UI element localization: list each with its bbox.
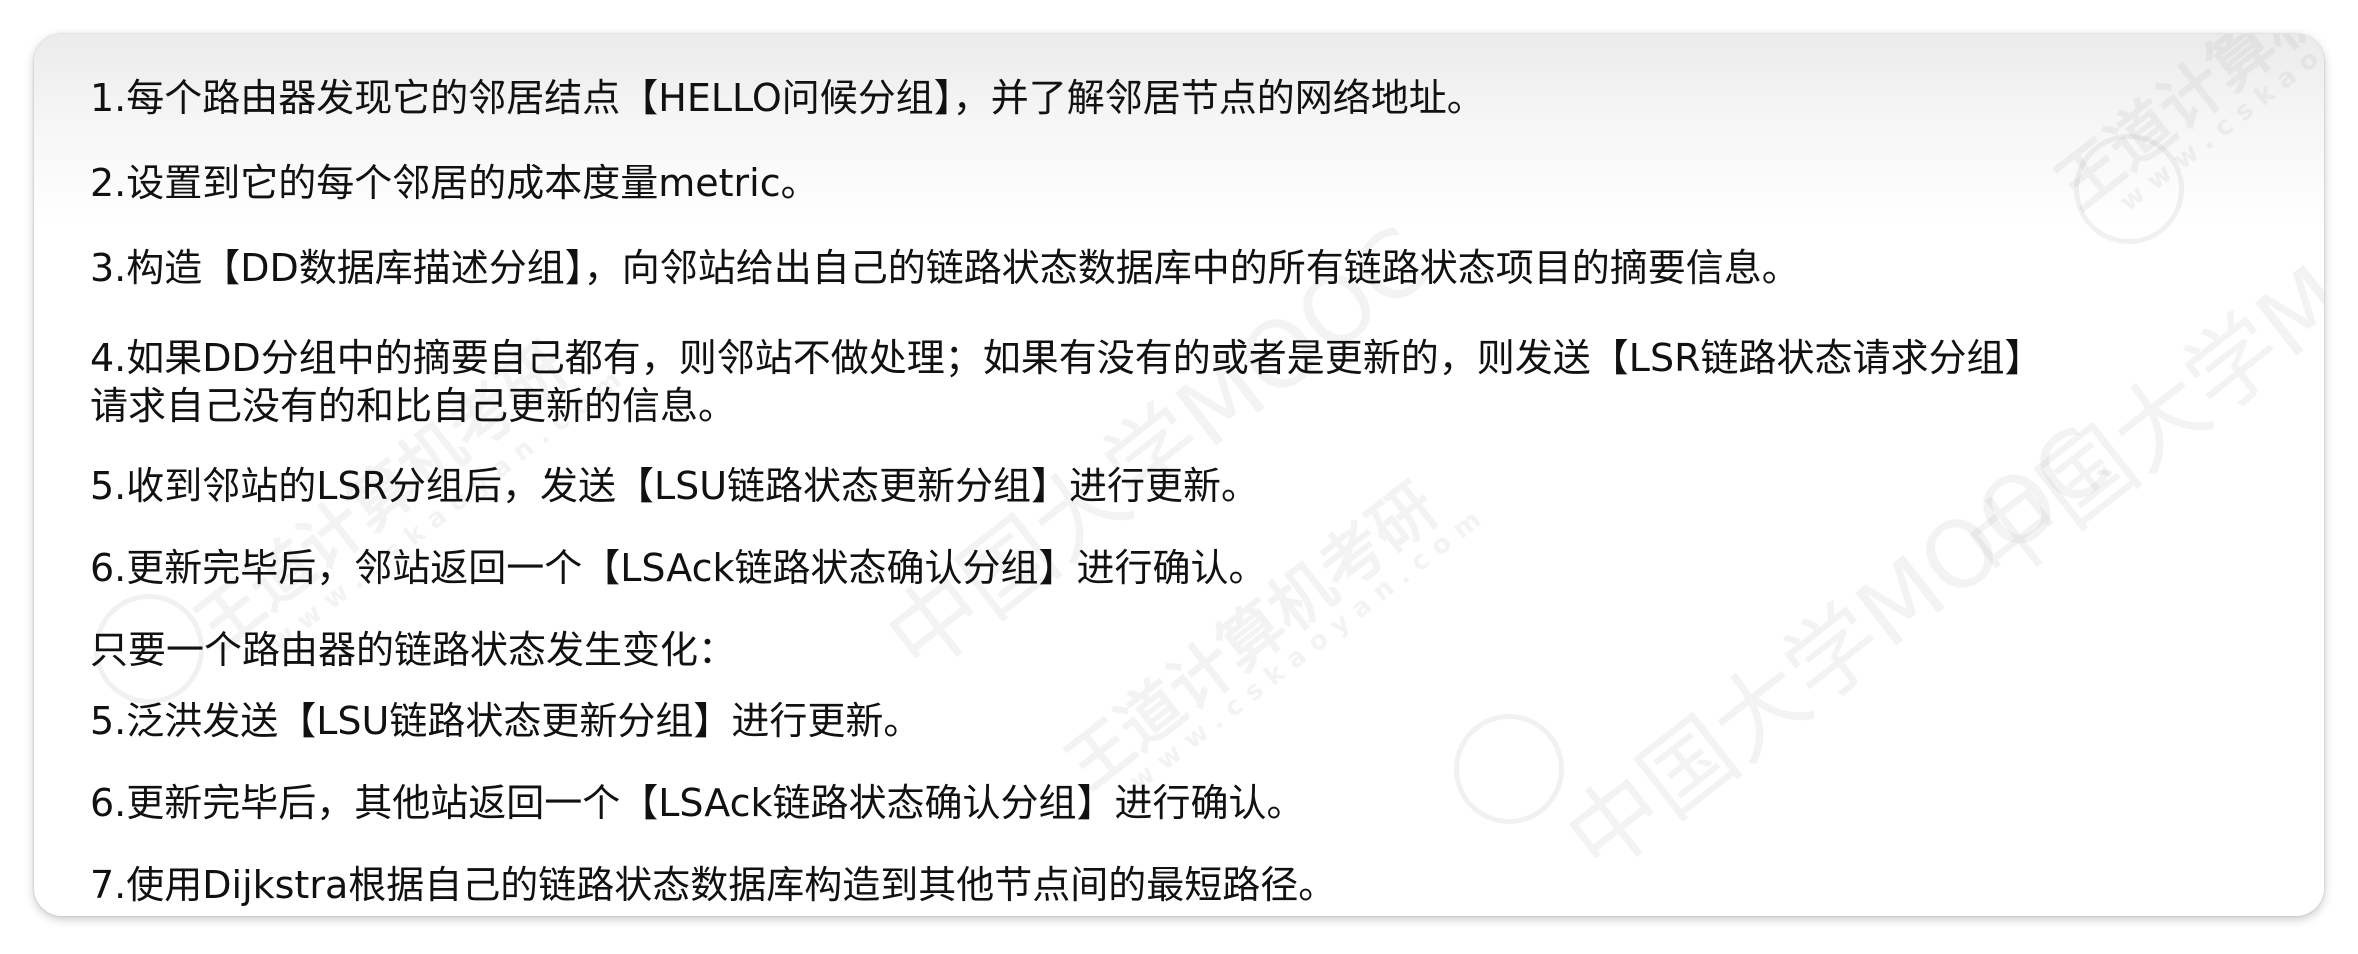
watermark-url: www.cskaoyan.com bbox=[2114, 34, 2324, 218]
step-5-lsu: 5.收到邻站的LSR分组后，发送【LSU链路状态更新分组】进行更新。 bbox=[90, 464, 1260, 508]
watermark-mooc: 中国大学MOOC bbox=[1546, 406, 2131, 895]
step-6-lsack: 6.更新完毕后，邻站返回一个【LSAck链路状态确认分组】进行确认。 bbox=[90, 546, 1267, 590]
watermark-seal-icon bbox=[2074, 134, 2184, 244]
step-1-hello: 1.每个路由器发现它的邻居结点【HELLO问候分组】，并了解邻居节点的网络地址。 bbox=[90, 76, 1485, 120]
step-5-flood-lsu: 5.泛洪发送【LSU链路状态更新分组】进行更新。 bbox=[90, 699, 922, 743]
watermark-brand: 王道计算机考研 bbox=[1053, 470, 1452, 805]
step-2-metric: 2.设置到它的每个邻居的成本度量metric。 bbox=[90, 161, 819, 205]
step-3-dd: 3.构造【DD数据库描述分组】，向邻站给出自己的链路状态数据库中的所有链路状态项… bbox=[90, 246, 1800, 290]
link-state-change-heading: 只要一个路由器的链路状态发生变化： bbox=[90, 628, 737, 672]
step-4-lsr-continued: 请求自己没有的和比自己更新的信息。 bbox=[90, 384, 737, 428]
watermark-brand: 王道计算机考研 bbox=[2043, 34, 2324, 225]
step-6-others-lsack: 6.更新完毕后，其他站返回一个【LSAck链路状态确认分组】进行确认。 bbox=[90, 781, 1305, 825]
watermark-seal-icon bbox=[1454, 714, 1564, 824]
step-7-dijkstra: 7.使用Dijkstra根据自己的链路状态数据库构造到其他节点间的最短路径。 bbox=[90, 863, 1337, 907]
step-4-lsr: 4.如果DD分组中的摘要自己都有，则邻站不做处理；如果有没有的或者是更新的，则发… bbox=[90, 336, 2043, 380]
content-card: 王道计算机考研 www.cskaoyan.com 王道计算机考研 www.csk… bbox=[34, 34, 2324, 916]
